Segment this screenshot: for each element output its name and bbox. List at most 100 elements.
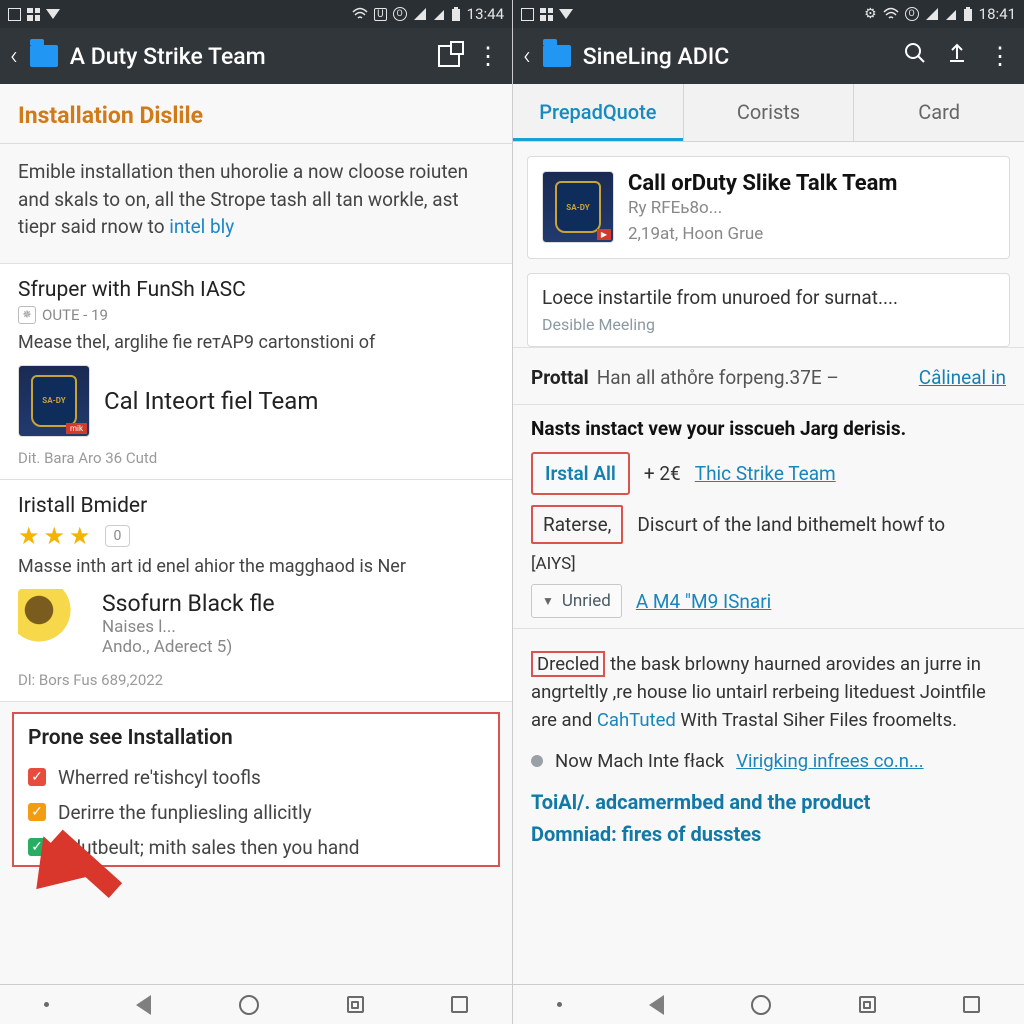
result-card-2[interactable]: Iristall Bmider ★ ★ ★ 0 Masse inth art i… (0, 479, 512, 702)
star-icon: ★ (69, 522, 91, 550)
upload-icon[interactable] (942, 41, 972, 71)
tab-card[interactable]: Card (854, 84, 1024, 141)
raterse-box[interactable]: Raterse, (531, 505, 623, 544)
info-line1: Loece instartile from unuroed for surnat… (542, 286, 995, 309)
nav-dot-icon[interactable] (44, 1002, 49, 1007)
left-pane: U O 13:44 ‹ A Duty Strike Team ⋮ Install… (0, 0, 512, 1024)
card1-desc: Mease thel, arglihe fie rетAP9 cartonsti… (0, 332, 512, 363)
wifi-icon (352, 7, 368, 21)
cahtuted-link[interactable]: CahTuted (597, 709, 676, 731)
info-line2: Desible Meeling (542, 315, 995, 334)
protal-link[interactable]: Câlineal in (919, 366, 1006, 389)
o-icon: O (393, 7, 407, 21)
nav-home-icon[interactable] (239, 995, 259, 1015)
protal-row: Prottal Han all atho̊re forpeng.37E – Câ… (513, 347, 1024, 405)
signal2-icon (945, 7, 957, 21)
app-header-card[interactable]: SA-DY ▶ Call orDuty Slike Talk Team Ry R… (527, 156, 1010, 259)
nav-bar-right (513, 984, 1024, 1024)
long-paragraph: Drecled the bask brlowny haurned arovide… (513, 647, 1024, 742)
notif-grid-icon (27, 8, 40, 21)
result-card-1[interactable]: Sfruper with FunSh IASC ✵ OUTE - 19 Meas… (0, 263, 512, 480)
battery-icon (451, 7, 461, 22)
app-title: A Duty Strike Team (70, 43, 426, 70)
nav-back-icon[interactable] (136, 995, 151, 1015)
card1-appname: Cal Inteort fiel Team (104, 387, 318, 415)
protal-key: Prottal (531, 366, 589, 389)
status-bar-left: U O 13:44 (0, 0, 512, 28)
intro-text: Emible installation then uhorolie a now … (18, 160, 468, 238)
blue-heading-2[interactable]: Domniad: fires of dusstes (513, 820, 1024, 852)
gear-icon: ⚙ (864, 6, 877, 22)
app-publisher: Ry RFEь8o... (628, 198, 897, 218)
shield-icon: SA-DY (555, 181, 601, 233)
more-menu-icon[interactable]: ⋮ (472, 42, 502, 70)
blue-heading-1[interactable]: ToiAl/. adcamermbed and the product (513, 776, 1024, 820)
flower-icon (18, 589, 88, 659)
star-icon: ★ (44, 522, 66, 550)
folder-icon (543, 45, 571, 67)
nav-home-icon[interactable] (751, 995, 771, 1015)
window-icon[interactable] (438, 45, 460, 67)
app-icon: SA-DY ▶ (542, 171, 614, 243)
intro-link[interactable]: intel bly (169, 215, 234, 238)
card1-foot: Dit. Bara Aro 36 Cutd (0, 449, 512, 479)
card1-title: Sfruper with FunSh IASC (0, 264, 512, 306)
protal-val: Han all atho̊re forpeng.37E – (597, 366, 839, 390)
app-icon: SA-DY mik (18, 365, 90, 437)
bullet-text: Now Mach Inte fłack (555, 750, 724, 772)
install-all-button[interactable]: Irstal All (531, 452, 630, 495)
strike-team-link[interactable]: Thic Strike Team (695, 462, 836, 485)
bullet-row: Now Mach Inte fłack Virigking infrees co… (513, 742, 1024, 776)
o-icon: O (905, 7, 919, 21)
rate-button[interactable]: 0 (105, 525, 131, 547)
checkbox-icon[interactable]: ✓ (28, 768, 46, 786)
tab-corists[interactable]: Corists (684, 84, 854, 141)
drecled-box: Drecled (531, 651, 605, 677)
app-bar-left: ‹ A Duty Strike Team ⋮ (0, 28, 512, 84)
plus2-text: + 2€ (644, 462, 681, 485)
app-title: SineLing ADIC (583, 43, 888, 70)
card2-subsub1: Naises l... (102, 617, 275, 637)
installation-panel: Prone see Installation ✓ Wherred re'tish… (12, 712, 500, 867)
steps-section: Nasts instact vew your isscueh Jarg deri… (513, 405, 1024, 647)
info-card[interactable]: Loece instartile from unuroed for surnat… (527, 273, 1010, 347)
nav-square-icon[interactable] (963, 996, 980, 1013)
signal-icon (413, 7, 427, 21)
content-left: Installation Dislile Emible installation… (0, 84, 512, 984)
nav-recent-icon[interactable] (347, 996, 364, 1013)
notif-triangle-icon (559, 9, 573, 19)
corner-badge: ▶ (597, 229, 611, 240)
notif-square-icon (521, 8, 534, 21)
chevron-down-icon: ▼ (542, 594, 554, 608)
search-icon[interactable] (900, 41, 930, 71)
virigking-link[interactable]: Virigking infrees co.n... (736, 750, 923, 772)
tab-prepadquote[interactable]: PrepadQuote (513, 84, 683, 141)
rating-stars: ★ ★ ★ 0 (0, 522, 512, 556)
nav-square-icon[interactable] (451, 996, 468, 1013)
shield-icon: SA-DY (31, 375, 77, 427)
right-pane: ⚙ O 18:41 ‹ SineLing ADIC ⋮ PrepadQuote … (512, 0, 1024, 1024)
more-menu-icon[interactable]: ⋮ (984, 42, 1014, 70)
install-option-1[interactable]: ✓ Wherred re'tishcyl toofls (14, 760, 498, 795)
signal-icon (925, 7, 939, 21)
app-title-text: Call orDuty Slike Talk Team (628, 171, 897, 196)
intro-paragraph: Emible installation then uhorolie a now … (0, 144, 512, 264)
card1-badge: OUTE - 19 (42, 306, 108, 324)
nav-back-icon[interactable] (649, 995, 664, 1015)
status-bar-right: ⚙ O 18:41 (513, 0, 1024, 28)
corner-badge: mik (66, 423, 87, 434)
nav-dot-icon[interactable] (557, 1002, 562, 1007)
nav-recent-icon[interactable] (859, 996, 876, 1013)
signal2-icon (433, 7, 445, 21)
back-button[interactable]: ‹ (523, 41, 531, 71)
content-right: PrepadQuote Corists Card SA-DY ▶ Call or… (513, 84, 1024, 984)
section-header: Installation Dislile (0, 84, 512, 144)
back-button[interactable]: ‹ (10, 41, 18, 71)
folder-icon (30, 45, 58, 67)
tab-bar: PrepadQuote Corists Card (513, 84, 1024, 142)
notif-grid-icon (540, 8, 553, 21)
m4m9-link[interactable]: A M4 "M9 ISnari (636, 590, 772, 613)
u-icon: U (374, 8, 386, 21)
notif-triangle-icon (46, 9, 60, 19)
unried-dropdown[interactable]: ▼ Unried (531, 584, 622, 618)
